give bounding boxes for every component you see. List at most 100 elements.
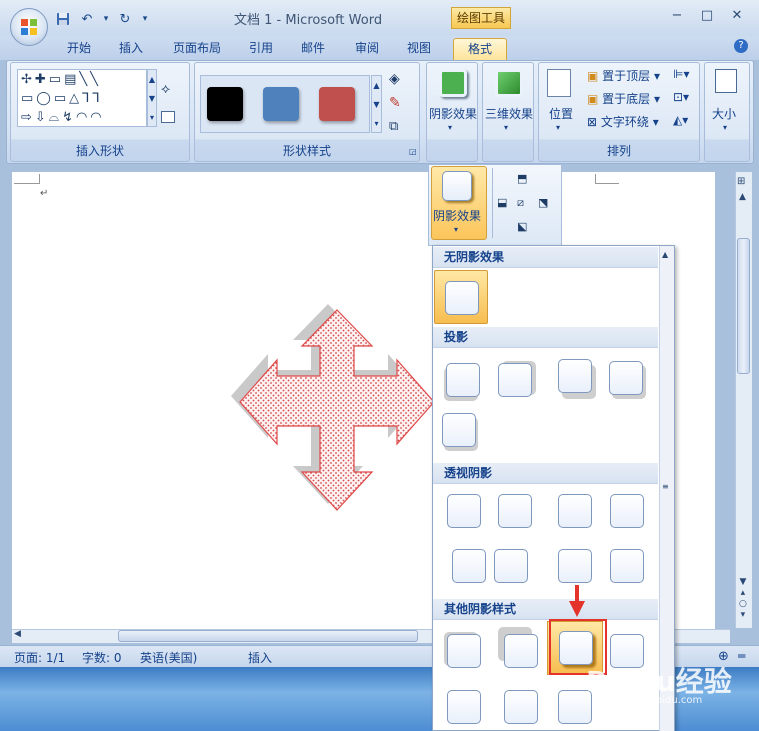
ruler-toggle-icon[interactable]: ⊞ [737,176,745,187]
bring-to-front-icon: ▣ [587,69,599,83]
tab-review[interactable]: 审阅 [346,38,388,60]
horizontal-scroll-thumb[interactable] [118,630,418,642]
position-label[interactable]: 位置 [549,105,573,122]
status-insert-mode[interactable]: 插入 [248,649,272,666]
edit-shape-icon[interactable]: ⟡ [161,81,170,97]
insert-shapes-label: 插入形状 [75,144,124,158]
3d-effects-label: 三维效果 [485,107,534,121]
shadow-popup-dropdown-icon: ▾ [454,225,459,234]
text-box-icon[interactable] [161,111,175,123]
zoom-slider-icon[interactable]: ═ [738,649,745,663]
status-words[interactable]: 字数: 0 [82,649,122,666]
drop-shadow-option-4[interactable] [609,361,643,395]
tab-home[interactable]: 开始 [58,38,100,60]
style-black-swatch[interactable] [207,87,243,121]
perspective-shadow-option-6[interactable] [494,549,528,583]
tab-view[interactable]: 视图 [398,38,440,60]
styles-gallery-scroll[interactable]: ▲ ▼ ▾ [371,75,382,133]
drop-shadow-option-5[interactable] [442,413,476,447]
tab-page-layout[interactable]: 页面布局 [164,38,230,60]
group-size[interactable]: 大小 ▾ [704,62,750,162]
gallery-scroll-up-icon[interactable]: ▲ [662,250,668,259]
office-logo-icon [21,19,37,35]
size-icon [715,69,737,93]
tab-references[interactable]: 引用 [240,38,282,60]
section-other-shadow: 其他阴影样式 [433,599,658,620]
popup-divider [492,168,493,238]
drop-shadow-option-1[interactable] [446,363,480,397]
shapes-gallery[interactable]: ✢✚▭▤╲╲ ▭◯▭△⅂⅂ ⇨⇩⌓↯◠◠ [17,69,147,127]
nudge-right-icon[interactable]: ⬔ [538,196,548,209]
group-shadow-effects[interactable]: 阴影效果 ▾ [426,62,478,162]
align-icon[interactable]: ⊫▾ [673,67,689,81]
size-label: 大小 [712,107,737,121]
save-icon[interactable] [54,10,72,28]
shadow-toggle-icon[interactable]: ⧄ [517,196,524,210]
maximize-button[interactable]: □ [692,4,722,26]
nudge-down-icon[interactable]: ⬕ [517,220,527,233]
style-blue-swatch[interactable] [263,87,299,121]
position-dropdown-icon: ▾ [556,123,561,132]
window-title: 文档 1 - Microsoft Word [234,13,383,28]
other-shadow-option-2[interactable] [504,634,538,668]
margin-marker-right [595,174,619,184]
text-wrap-label: 文字环绕 [600,115,649,129]
status-page[interactable]: 页面: 1/1 [14,649,65,666]
browse-object-icons[interactable]: ▼ ▴ ○ ▾ [739,577,747,621]
tab-format[interactable]: 格式 [453,38,507,60]
position-icon[interactable] [547,69,571,97]
perspective-shadow-option-5[interactable] [452,549,486,583]
cross-arrow-shape[interactable] [222,304,452,540]
close-button[interactable]: ✕ [722,4,752,26]
shape-outline-icon[interactable]: ✎ [389,95,401,111]
vertical-scroll-thumb[interactable] [737,238,750,374]
gallery-scrollbar[interactable]: ▲ ≡ [659,246,674,731]
status-language[interactable]: 英语(美国) [140,649,197,666]
shape-styles-label: 形状样式 [282,144,331,158]
tab-insert[interactable]: 插入 [110,38,152,60]
other-shadow-option-6[interactable] [504,690,538,724]
style-red-swatch[interactable] [319,87,355,121]
send-to-back-label: 置于底层 [602,92,651,106]
perspective-shadow-option-2[interactable] [498,494,532,528]
redo-icon[interactable]: ↻ [116,10,134,28]
send-to-back-button[interactable]: ▣ 置于底层 ▾ [587,90,660,107]
group-3d-effects[interactable]: 三维效果 ▾ [482,62,534,162]
shadow-effects-popup-button[interactable]: 阴影效果 ▾ [431,166,487,240]
other-shadow-option-1[interactable] [447,634,481,668]
group-objects-icon[interactable]: ⊡▾ [673,90,689,104]
change-shape-icon[interactable]: ⧉ [389,119,398,134]
minimize-button[interactable]: − [662,4,692,26]
shadow-effects-dropdown-icon: ▾ [448,123,453,132]
nudge-up-icon[interactable]: ⬒ [517,172,527,185]
nudge-left-icon[interactable]: ⬓ [497,196,507,209]
undo-dropdown-icon[interactable]: ▾ [102,10,110,28]
help-icon[interactable]: ? [734,39,748,53]
perspective-shadow-option-1[interactable] [447,494,481,528]
shadow-effects-label: 阴影效果 [429,107,478,121]
rotate-icon[interactable]: ◭▾ [673,113,688,127]
drop-shadow-option-2[interactable] [498,363,532,397]
office-button[interactable] [10,8,48,46]
customize-qat-icon[interactable]: ▾ [140,10,150,28]
3d-effects-dropdown-icon: ▾ [504,123,509,132]
scroll-up-icon[interactable]: ▲ [739,192,746,202]
section-drop-shadow: 投影 [433,327,658,348]
other-shadow-option-5[interactable] [447,690,481,724]
perspective-shadow-option-7[interactable] [558,549,592,583]
shadow-effects-icon [439,69,467,97]
drop-shadow-option-3[interactable] [558,359,592,393]
undo-icon[interactable]: ↶ [78,10,96,28]
tab-mailings[interactable]: 邮件 [292,38,334,60]
no-shadow-option[interactable] [434,270,488,324]
gallery-scroll-grip-icon[interactable]: ≡ [662,482,669,491]
shape-fill-icon[interactable]: ◈ [389,71,400,87]
text-wrap-button[interactable]: ⊠ 文字环绕 ▾ [587,113,659,130]
perspective-shadow-option-3[interactable] [558,494,592,528]
bring-to-front-button[interactable]: ▣ 置于顶层 ▾ [587,67,660,84]
scroll-left-icon[interactable]: ◀ [14,629,21,639]
perspective-shadow-option-8[interactable] [610,549,644,583]
perspective-shadow-option-4[interactable] [610,494,644,528]
shapes-gallery-scroll[interactable]: ▲ ▼ ▾ [147,69,157,127]
bring-to-front-label: 置于顶层 [602,69,651,83]
